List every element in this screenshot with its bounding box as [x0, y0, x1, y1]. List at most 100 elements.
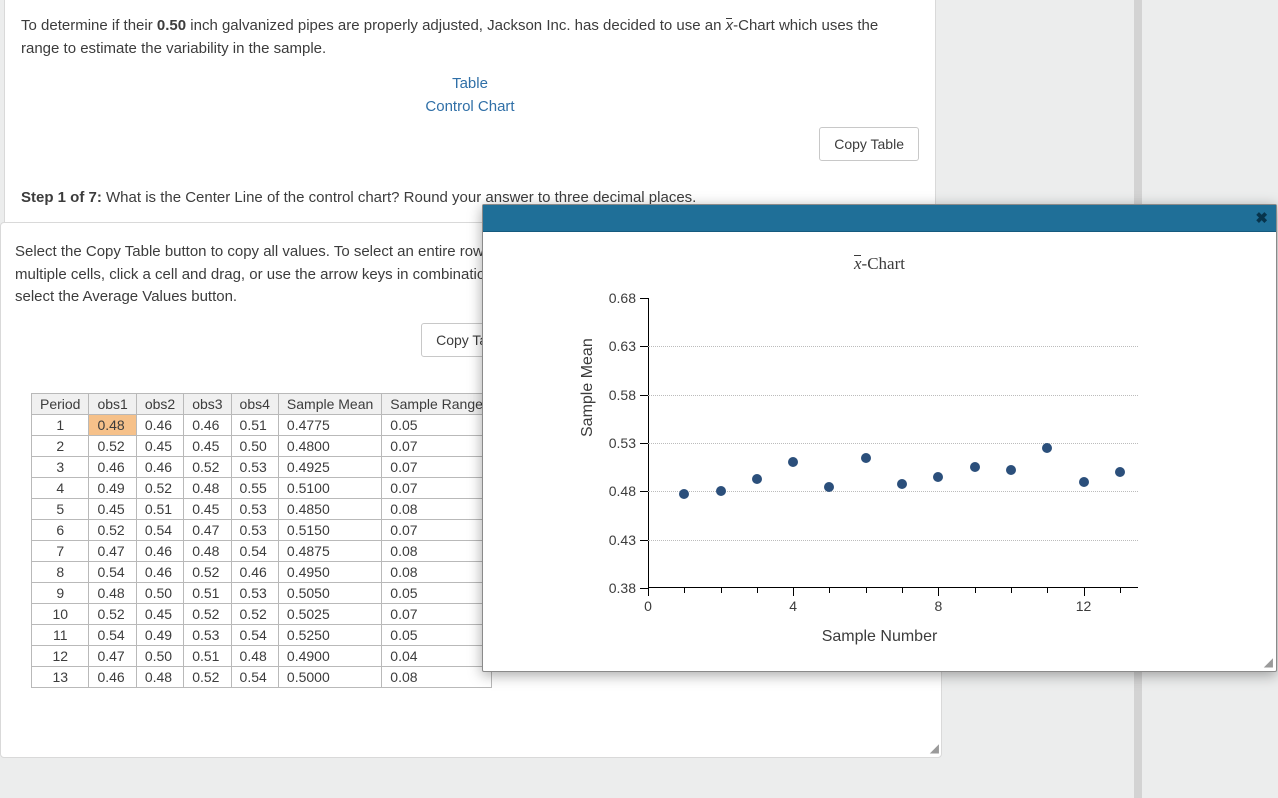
- table-cell[interactable]: 0.48: [231, 645, 278, 666]
- table-row[interactable]: 130.460.480.520.540.50000.08: [32, 666, 492, 687]
- table-cell[interactable]: 0.47: [89, 540, 136, 561]
- table-header[interactable]: obs1: [89, 393, 136, 414]
- table-cell[interactable]: 0.45: [136, 435, 183, 456]
- table-cell[interactable]: 0.52: [184, 456, 231, 477]
- table-cell[interactable]: 0.54: [89, 624, 136, 645]
- table-cell[interactable]: 0.53: [184, 624, 231, 645]
- table-cell[interactable]: 0.53: [231, 519, 278, 540]
- table-cell[interactable]: 0.4950: [278, 561, 381, 582]
- table-cell[interactable]: 0.5050: [278, 582, 381, 603]
- table-cell[interactable]: 0.51: [231, 414, 278, 435]
- table-cell[interactable]: 0.50: [136, 582, 183, 603]
- table-cell[interactable]: 0.46: [231, 561, 278, 582]
- table-cell[interactable]: 0.46: [89, 666, 136, 687]
- table-cell[interactable]: 0.54: [136, 519, 183, 540]
- table-cell[interactable]: 5: [32, 498, 89, 519]
- table-cell[interactable]: 8: [32, 561, 89, 582]
- table-cell[interactable]: 0.46: [136, 414, 183, 435]
- table-cell[interactable]: 0.52: [89, 603, 136, 624]
- close-icon[interactable]: ✖: [1255, 209, 1268, 227]
- table-row[interactable]: 20.520.450.450.500.48000.07: [32, 435, 492, 456]
- table-cell[interactable]: 0.5100: [278, 477, 381, 498]
- link-table[interactable]: Table: [21, 75, 919, 92]
- table-cell[interactable]: 0.48: [136, 666, 183, 687]
- table-cell[interactable]: 7: [32, 540, 89, 561]
- table-header[interactable]: obs3: [184, 393, 231, 414]
- table-cell[interactable]: 12: [32, 645, 89, 666]
- table-cell[interactable]: 0.07: [382, 603, 492, 624]
- table-cell[interactable]: 0.05: [382, 414, 492, 435]
- table-cell[interactable]: 0.52: [184, 561, 231, 582]
- table-cell[interactable]: 1: [32, 414, 89, 435]
- table-header[interactable]: obs4: [231, 393, 278, 414]
- table-cell[interactable]: 4: [32, 477, 89, 498]
- table-cell[interactable]: 0.50: [136, 645, 183, 666]
- table-cell[interactable]: 0.53: [231, 582, 278, 603]
- table-cell[interactable]: 0.48: [184, 477, 231, 498]
- table-header[interactable]: Sample Range: [382, 393, 492, 414]
- table-cell[interactable]: 0.5000: [278, 666, 381, 687]
- table-row[interactable]: 70.470.460.480.540.48750.08: [32, 540, 492, 561]
- table-cell[interactable]: 3: [32, 456, 89, 477]
- table-cell[interactable]: 0.07: [382, 435, 492, 456]
- table-cell[interactable]: 0.46: [136, 561, 183, 582]
- table-cell[interactable]: 0.45: [136, 603, 183, 624]
- table-cell[interactable]: 0.55: [231, 477, 278, 498]
- table-cell[interactable]: 0.52: [231, 603, 278, 624]
- table-cell[interactable]: 0.52: [184, 666, 231, 687]
- table-row[interactable]: 120.470.500.510.480.49000.04: [32, 645, 492, 666]
- table-cell[interactable]: 0.51: [184, 645, 231, 666]
- table-cell[interactable]: 0.48: [89, 582, 136, 603]
- popup-titlebar[interactable]: ✖: [483, 205, 1276, 232]
- resize-handle-icon[interactable]: ◢: [1264, 655, 1273, 669]
- table-cell[interactable]: 0.4850: [278, 498, 381, 519]
- table-cell[interactable]: 0.52: [89, 519, 136, 540]
- table-cell[interactable]: 0.53: [231, 456, 278, 477]
- table-cell[interactable]: 0.4925: [278, 456, 381, 477]
- table-cell[interactable]: 0.07: [382, 456, 492, 477]
- table-cell[interactable]: 6: [32, 519, 89, 540]
- link-control-chart[interactable]: Control Chart: [21, 98, 919, 115]
- table-cell[interactable]: 0.49: [136, 624, 183, 645]
- table-cell[interactable]: 0.05: [382, 624, 492, 645]
- table-header[interactable]: Period: [32, 393, 89, 414]
- table-cell[interactable]: 0.54: [89, 561, 136, 582]
- table-cell[interactable]: 0.51: [184, 582, 231, 603]
- table-cell[interactable]: 0.47: [184, 519, 231, 540]
- table-row[interactable]: 40.490.520.480.550.51000.07: [32, 477, 492, 498]
- table-cell[interactable]: 0.4775: [278, 414, 381, 435]
- table-cell[interactable]: 0.4800: [278, 435, 381, 456]
- table-cell[interactable]: 0.46: [89, 456, 136, 477]
- table-cell[interactable]: 0.4875: [278, 540, 381, 561]
- table-cell[interactable]: 0.07: [382, 477, 492, 498]
- table-cell[interactable]: 11: [32, 624, 89, 645]
- table-cell[interactable]: 0.50: [231, 435, 278, 456]
- table-row[interactable]: 100.520.450.520.520.50250.07: [32, 603, 492, 624]
- table-row[interactable]: 90.480.500.510.530.50500.05: [32, 582, 492, 603]
- table-cell[interactable]: 0.52: [89, 435, 136, 456]
- table-cell[interactable]: 0.4900: [278, 645, 381, 666]
- table-cell[interactable]: 0.46: [136, 540, 183, 561]
- copy-table-button-top[interactable]: Copy Table: [819, 127, 919, 161]
- table-cell[interactable]: 0.54: [231, 540, 278, 561]
- table-cell[interactable]: 0.08: [382, 540, 492, 561]
- table-row[interactable]: 30.460.460.520.530.49250.07: [32, 456, 492, 477]
- table-cell[interactable]: 9: [32, 582, 89, 603]
- table-cell[interactable]: 2: [32, 435, 89, 456]
- data-table[interactable]: Periodobs1obs2obs3obs4Sample MeanSample …: [31, 393, 492, 688]
- table-cell[interactable]: 13: [32, 666, 89, 687]
- table-row[interactable]: 10.480.460.460.510.47750.05: [32, 414, 492, 435]
- table-cell[interactable]: 0.51: [136, 498, 183, 519]
- table-cell[interactable]: 0.08: [382, 498, 492, 519]
- table-cell[interactable]: 0.52: [136, 477, 183, 498]
- table-row[interactable]: 110.540.490.530.540.52500.05: [32, 624, 492, 645]
- table-cell[interactable]: 0.07: [382, 519, 492, 540]
- table-cell[interactable]: 0.49: [89, 477, 136, 498]
- table-cell[interactable]: 0.5150: [278, 519, 381, 540]
- table-header[interactable]: Sample Mean: [278, 393, 381, 414]
- table-cell[interactable]: 10: [32, 603, 89, 624]
- table-cell[interactable]: 0.54: [231, 624, 278, 645]
- table-row[interactable]: 60.520.540.470.530.51500.07: [32, 519, 492, 540]
- table-cell[interactable]: 0.45: [89, 498, 136, 519]
- table-cell[interactable]: 0.47: [89, 645, 136, 666]
